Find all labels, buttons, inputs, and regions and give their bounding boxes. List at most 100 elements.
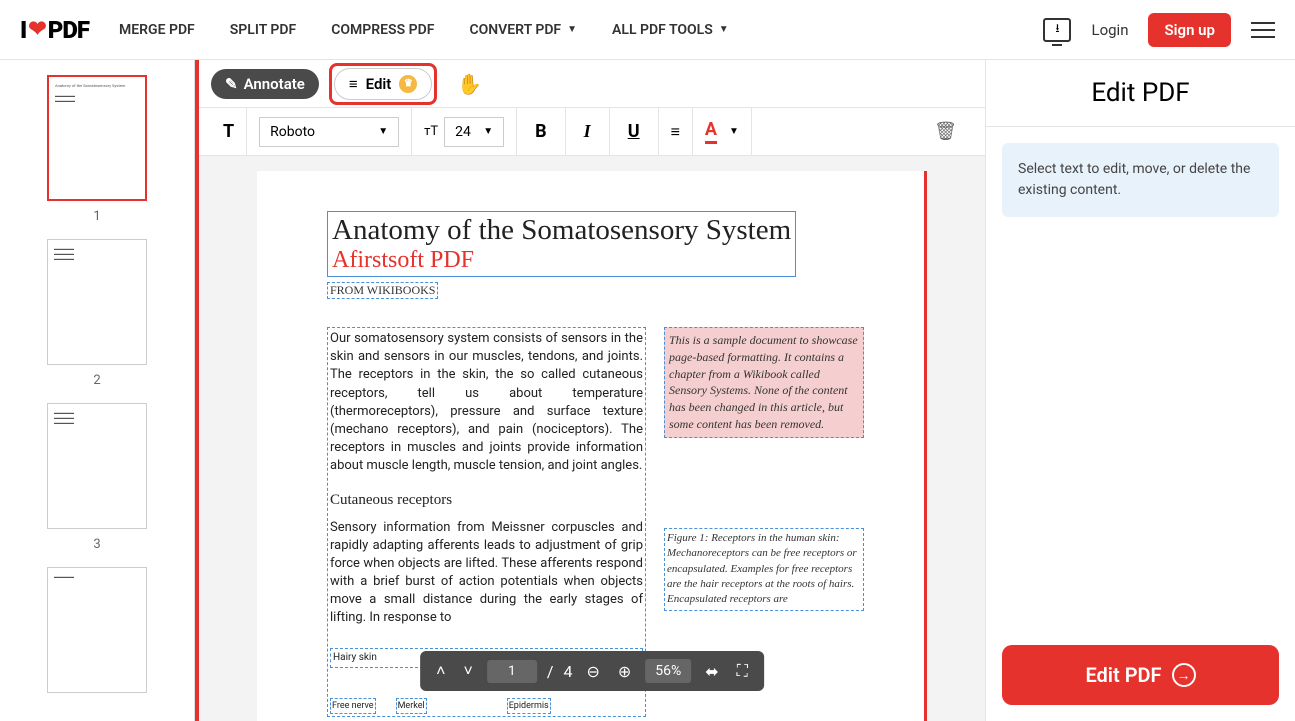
thumb-wrap-3: ▬▬▬▬▬▬▬▬▬▬▬▬▬▬▬ 3: [47, 403, 147, 552]
para2: Sensory information from Meissner corpus…: [330, 519, 643, 628]
font-size-select[interactable]: 24 ▼: [444, 117, 504, 147]
font-size-icon: тT: [424, 124, 438, 139]
label-freenv: Free nerve: [330, 698, 376, 715]
signup-button[interactable]: Sign up: [1148, 13, 1231, 47]
labels-row2: Free nerve Merkel Epidermis: [330, 698, 643, 715]
edit-mode-button[interactable]: ≡ Edit ♛: [334, 68, 432, 100]
right-panel: Edit PDF Select text to edit, move, or d…: [985, 60, 1295, 721]
page-thumbnail-3[interactable]: ▬▬▬▬▬▬▬▬▬▬▬▬▬▬▬: [47, 403, 147, 529]
chevron-down-icon: ▼: [567, 24, 577, 35]
zoom-in-button[interactable]: ⊕: [614, 658, 635, 685]
label-epider: Epidermis: [507, 698, 551, 715]
page-sep: /: [547, 662, 554, 681]
section-heading: Cutaneous receptors: [330, 490, 643, 511]
page-total: 4: [563, 662, 572, 681]
prev-page-button[interactable]: ˄: [432, 657, 449, 685]
arrow-right-circle-icon: →: [1172, 663, 1196, 687]
nav-all-tools[interactable]: ALL PDF TOOLS ▼: [612, 22, 729, 38]
page-thumbnail-2[interactable]: ▬▬▬▬▬▬▬▬▬▬▬▬▬▬▬: [47, 239, 147, 365]
delete-button[interactable]: 🗑: [934, 121, 973, 142]
logo[interactable]: I ❤ PDF: [20, 16, 89, 44]
thumb-wrap-1: Anatomy of the Somatosensory System▬▬▬▬▬…: [47, 75, 147, 224]
font-family-select[interactable]: Roboto ▼: [259, 117, 399, 147]
align-button[interactable]: ≡: [659, 108, 693, 155]
main-content: Anatomy of the Somatosensory System ▬▬▬▬▬…: [0, 60, 1295, 721]
font-size-value: 24: [455, 124, 471, 140]
chevron-down-icon: ▼: [719, 24, 729, 35]
page-number-input[interactable]: [487, 660, 537, 683]
chevron-down-icon: ▼: [729, 126, 739, 137]
download-arrow-icon: ⭳: [1055, 19, 1059, 40]
font-family-value: Roboto: [270, 124, 315, 140]
panel-title: Edit PDF: [986, 60, 1295, 127]
thumb-wrap-4: ▬▬▬▬▬: [47, 567, 147, 693]
edit-pdf-cta-button[interactable]: Edit PDF →: [1002, 645, 1279, 705]
cta-label: Edit PDF: [1085, 663, 1161, 687]
annotate-label: Annotate: [244, 75, 305, 93]
page-navigation-bar: ˄ ˅ / 4 ⊖ ⊕ 56% ⬌ ⛶: [420, 651, 764, 691]
thumb-number: 3: [93, 537, 100, 552]
doc-subtitle: Afirstsoft PDF: [332, 247, 791, 274]
label-hairy: Hairy skin: [333, 651, 377, 665]
edit-highlight-box: ≡ Edit ♛: [329, 63, 437, 105]
title-edit-box[interactable]: Anatomy of the Somatosensory System Afir…: [327, 211, 796, 277]
desktop-download-icon[interactable]: ⭳: [1043, 18, 1071, 42]
fit-width-button[interactable]: ⬌: [701, 658, 722, 685]
thumbnail-sidebar: Anatomy of the Somatosensory System▬▬▬▬▬…: [0, 60, 195, 721]
main-nav: MERGE PDF SPLIT PDF COMPRESS PDF CONVERT…: [119, 22, 729, 38]
page-thumbnail-1[interactable]: Anatomy of the Somatosensory System▬▬▬▬▬…: [47, 75, 147, 201]
text-tool[interactable]: T: [211, 108, 247, 155]
font-family-cell: Roboto ▼: [247, 108, 412, 155]
nav-merge[interactable]: MERGE PDF: [119, 22, 195, 38]
pencil-icon: ✎: [225, 75, 238, 93]
edit-label: Edit: [366, 75, 392, 93]
thumb-wrap-2: ▬▬▬▬▬▬▬▬▬▬▬▬▬▬▬ 2: [47, 239, 147, 388]
header-left: I ❤ PDF MERGE PDF SPLIT PDF COMPRESS PDF…: [20, 16, 729, 44]
bold-button[interactable]: B: [517, 108, 566, 155]
mode-toolbar: ✎ Annotate ≡ Edit ♛ ✋: [199, 60, 985, 108]
chevron-down-icon: ▼: [378, 126, 388, 137]
text-format-toolbar: T Roboto▼ тT 24▼ B I U ≡ A▼ 🗑: [199, 108, 985, 156]
align-icon: ≡: [671, 122, 680, 142]
lines-icon: ≡: [349, 75, 358, 93]
hand-pan-tool[interactable]: ✋: [457, 72, 482, 96]
annotate-mode-button[interactable]: ✎ Annotate: [211, 69, 319, 99]
italic-button[interactable]: I: [566, 108, 610, 155]
next-page-button[interactable]: ˅: [459, 657, 476, 685]
app-header: I ❤ PDF MERGE PDF SPLIT PDF COMPRESS PDF…: [0, 0, 1295, 60]
nav-split[interactable]: SPLIT PDF: [230, 22, 296, 38]
callout-box[interactable]: This is a sample document to showcase pa…: [664, 327, 864, 438]
hamburger-menu-icon[interactable]: [1251, 22, 1275, 38]
nav-convert[interactable]: CONVERT PDF ▼: [469, 22, 577, 38]
pdf-page: Anatomy of the Somatosensory System Afir…: [257, 171, 927, 721]
logo-text-pre: I: [20, 16, 26, 44]
nav-convert-label: CONVERT PDF: [469, 22, 561, 38]
doc-source[interactable]: FROM WIKIBOOKS: [327, 282, 438, 299]
page-canvas[interactable]: Anatomy of the Somatosensory System Afir…: [199, 156, 985, 721]
doc-title: Anatomy of the Somatosensory System: [332, 214, 791, 247]
label-merkel: Merkel: [396, 698, 427, 715]
nav-all-tools-label: ALL PDF TOOLS: [612, 22, 713, 38]
heart-icon: ❤: [28, 17, 45, 42]
fit-page-button[interactable]: ⛶: [733, 657, 752, 685]
thumb-number: 1: [93, 209, 100, 224]
nav-compress[interactable]: COMPRESS PDF: [331, 22, 434, 38]
header-right: ⭳ Login Sign up: [1043, 13, 1275, 47]
info-message: Select text to edit, move, or delete the…: [1002, 143, 1279, 217]
color-a-icon: A: [705, 119, 717, 144]
zoom-value: 56%: [645, 659, 691, 683]
font-size-cell: тT 24 ▼: [412, 108, 517, 155]
editor-area: ✎ Annotate ≡ Edit ♛ ✋ T Roboto ▼ тT 24 ▼ B: [195, 60, 985, 721]
crown-premium-icon: ♛: [399, 75, 417, 93]
login-link[interactable]: Login: [1091, 21, 1128, 39]
figure-caption[interactable]: Figure 1: Receptors in the human skin: M…: [664, 528, 864, 611]
logo-text-post: PDF: [48, 16, 89, 44]
text-icon: T: [223, 121, 234, 142]
text-color-button[interactable]: A▼: [693, 108, 752, 155]
page-thumbnail-4[interactable]: ▬▬▬▬▬: [47, 567, 147, 693]
para1: Our somatosensory system consists of sen…: [330, 330, 643, 476]
underline-button[interactable]: U: [610, 108, 659, 155]
panel-body: Select text to edit, move, or delete the…: [986, 127, 1295, 629]
chevron-down-icon: ▼: [483, 126, 493, 137]
zoom-out-button[interactable]: ⊖: [582, 658, 603, 685]
